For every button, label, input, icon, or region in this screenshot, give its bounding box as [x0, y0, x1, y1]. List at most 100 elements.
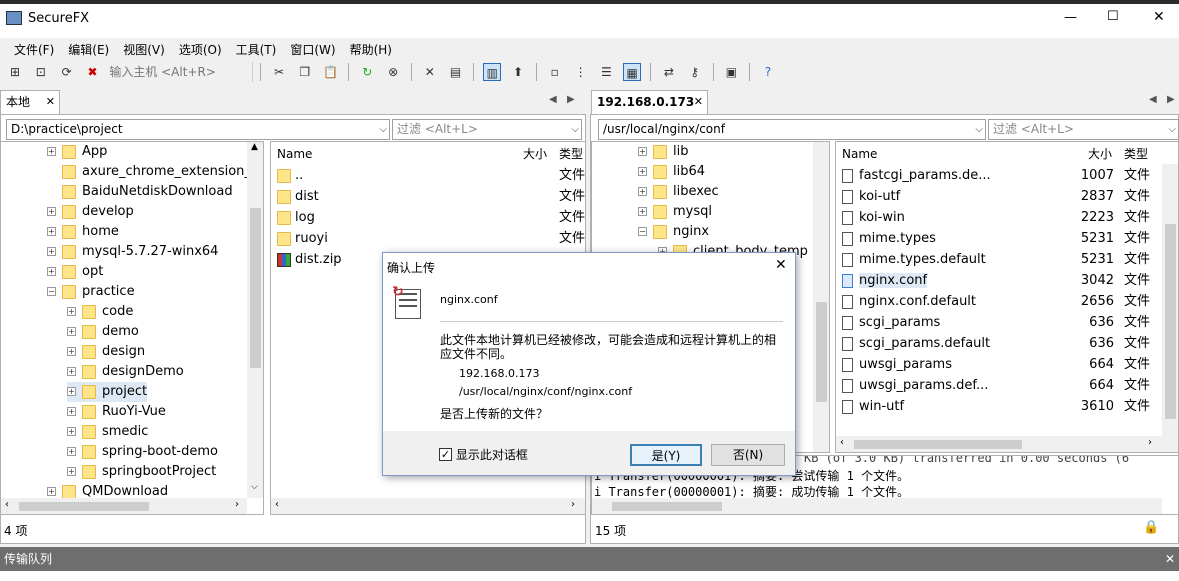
- help-icon[interactable]: ?: [759, 63, 777, 81]
- expand-icon[interactable]: +: [638, 167, 647, 176]
- file-row[interactable]: log 文件: [277, 208, 585, 228]
- left-tree-hscroll[interactable]: ‹ ›: [1, 498, 247, 514]
- tree-item[interactable]: + smedic: [67, 422, 148, 442]
- file-row[interactable]: uwsgi_params.def... 664 文件: [842, 376, 1160, 396]
- right-file-hscroll[interactable]: ‹ ›: [836, 436, 1178, 452]
- stop-icon[interactable]: ⊗: [384, 63, 402, 81]
- up-folder-icon[interactable]: ⬆: [509, 63, 527, 81]
- tree-item[interactable]: + design: [67, 342, 145, 362]
- file-row[interactable]: nginx.conf 3042 文件: [842, 271, 1160, 291]
- menu-view[interactable]: 视图(V): [123, 41, 165, 58]
- right-file-vscroll[interactable]: [1162, 164, 1178, 436]
- right-path-input[interactable]: /usr/local/nginx/conf ⌵: [598, 119, 986, 140]
- expand-icon[interactable]: +: [67, 307, 76, 316]
- tree-item[interactable]: + designDemo: [67, 362, 184, 382]
- quick-connect-icon[interactable]: ⊡: [32, 63, 50, 81]
- log-hscroll-thumb[interactable]: [612, 502, 722, 511]
- tree-item[interactable]: + demo: [67, 322, 139, 342]
- expand-icon[interactable]: +: [47, 207, 56, 216]
- tree-item[interactable]: + project: [67, 382, 148, 402]
- menu-options[interactable]: 选项(O): [179, 41, 222, 58]
- file-row[interactable]: koi-utf 2837 文件: [842, 187, 1160, 207]
- left-tree-hscroll-thumb[interactable]: [19, 502, 149, 511]
- expand-icon[interactable]: +: [638, 147, 647, 156]
- file-row[interactable]: scgi_params 636 文件: [842, 313, 1160, 333]
- expand-icon[interactable]: +: [67, 367, 76, 376]
- left-filter-input[interactable]: 过滤 <Alt+L> ⌵: [392, 119, 582, 140]
- tree-item[interactable]: + springbootProject: [67, 462, 216, 482]
- left-tab-next-icon[interactable]: ▶: [567, 94, 575, 105]
- tree-item[interactable]: + libexec: [638, 182, 719, 202]
- expand-icon[interactable]: +: [67, 327, 76, 336]
- right-tab[interactable]: 192.168.0.173 ✕: [591, 90, 708, 114]
- chevron-down-icon[interactable]: ⌵: [975, 120, 983, 139]
- delete-icon[interactable]: ✕: [421, 63, 439, 81]
- file-row[interactable]: ruoyi 文件: [277, 229, 585, 249]
- menu-file[interactable]: 文件(F): [14, 41, 54, 58]
- expand-icon[interactable]: +: [638, 187, 647, 196]
- disconnect-icon[interactable]: ✖: [83, 63, 101, 81]
- right-file-scroll-thumb[interactable]: [1165, 224, 1176, 419]
- file-row[interactable]: .. 文件: [277, 166, 585, 186]
- reconnect-icon[interactable]: ⟳: [58, 63, 76, 81]
- tree-item[interactable]: − nginx: [638, 222, 709, 242]
- scroll-right-icon[interactable]: ›: [1148, 437, 1152, 448]
- tree-item[interactable]: + mysql: [638, 202, 712, 222]
- show-dialog-checkbox-row[interactable]: ✓ 显示此对话框: [439, 446, 528, 463]
- file-row[interactable]: uwsgi_params 664 文件: [842, 355, 1160, 375]
- right-tree-vscroll[interactable]: [813, 142, 829, 452]
- transfer-queue-close-icon[interactable]: ✕: [1165, 547, 1175, 571]
- scroll-right-icon[interactable]: ›: [571, 499, 575, 510]
- left-col-name[interactable]: Name: [277, 143, 312, 165]
- close-window-button[interactable]: ✕: [1153, 9, 1165, 25]
- tree-item[interactable]: − practice: [47, 282, 135, 302]
- right-col-name[interactable]: Name: [842, 143, 877, 165]
- file-row[interactable]: scgi_params.default 636 文件: [842, 334, 1160, 354]
- right-col-size[interactable]: 大小: [1088, 143, 1112, 165]
- expand-icon[interactable]: +: [47, 487, 56, 496]
- expand-icon[interactable]: +: [67, 447, 76, 456]
- right-col-type[interactable]: 类型: [1124, 143, 1148, 165]
- left-tab[interactable]: 本地 ✕: [0, 90, 60, 114]
- file-row[interactable]: dist 文件: [277, 187, 585, 207]
- expand-icon[interactable]: +: [47, 147, 56, 156]
- chevron-down-icon[interactable]: ⌵: [571, 120, 579, 139]
- tree-item[interactable]: + mysql-5.7.27-winx64: [47, 242, 218, 262]
- file-row[interactable]: win-utf 3610 文件: [842, 397, 1160, 417]
- right-tab-close-icon[interactable]: ✕: [694, 91, 703, 113]
- copy-icon[interactable]: ❐: [296, 63, 314, 81]
- scroll-left-icon[interactable]: ‹: [840, 437, 844, 448]
- chevron-down-icon[interactable]: ⌵: [1168, 120, 1176, 139]
- no-button[interactable]: 否(N): [711, 444, 785, 466]
- tree-item[interactable]: + home: [47, 222, 119, 242]
- right-tree-scroll-thumb[interactable]: [816, 302, 827, 402]
- sync-icon[interactable]: ⇄: [660, 63, 678, 81]
- key-icon[interactable]: ⚷: [686, 63, 704, 81]
- expand-icon[interactable]: +: [47, 267, 56, 276]
- tree-item[interactable]: + lib: [638, 142, 688, 162]
- expand-icon[interactable]: +: [47, 247, 56, 256]
- tree-item[interactable]: + code: [67, 302, 133, 322]
- list-icon[interactable]: ☰: [597, 63, 615, 81]
- expand-icon[interactable]: +: [67, 347, 76, 356]
- terminal-icon[interactable]: ▣: [722, 63, 740, 81]
- menu-tools[interactable]: 工具(T): [236, 41, 277, 58]
- dialog-close-button[interactable]: ✕: [775, 257, 787, 273]
- tree-item[interactable]: +axure_chrome_extension_V0.: [47, 162, 263, 182]
- menu-edit[interactable]: 编辑(E): [68, 41, 109, 58]
- connect-icon[interactable]: ⊞: [6, 63, 24, 81]
- scroll-down-icon[interactable]: ⌵: [251, 482, 258, 492]
- tree-item[interactable]: + App: [47, 142, 107, 162]
- file-row[interactable]: koi-win 2223 文件: [842, 208, 1160, 228]
- file-row[interactable]: mime.types 5231 文件: [842, 229, 1160, 249]
- scroll-left-icon[interactable]: ‹: [275, 499, 279, 510]
- tree-item[interactable]: + develop: [47, 202, 134, 222]
- file-row[interactable]: mime.types.default 5231 文件: [842, 250, 1160, 270]
- scroll-left-icon[interactable]: ‹: [5, 499, 9, 510]
- expand-icon[interactable]: +: [67, 467, 76, 476]
- maximize-button[interactable]: ☐: [1107, 9, 1119, 24]
- log-hscroll[interactable]: [592, 498, 1162, 514]
- tree-item[interactable]: + lib64: [638, 162, 705, 182]
- right-tab-prev-icon[interactable]: ◀: [1149, 94, 1157, 105]
- right-file-hscroll-thumb[interactable]: [854, 440, 1022, 449]
